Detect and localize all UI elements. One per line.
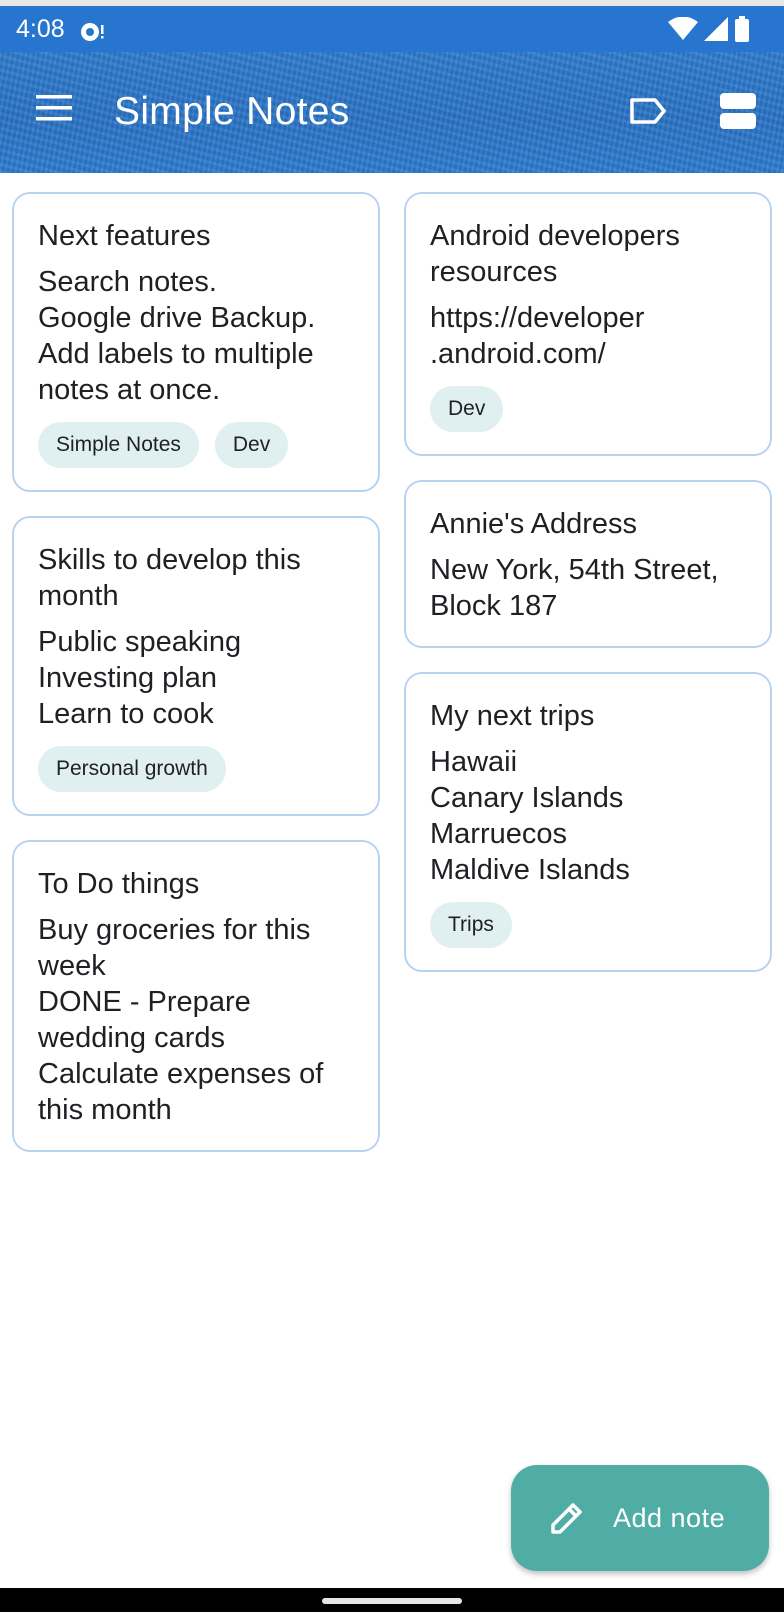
label-chip: Dev	[214, 422, 289, 468]
note-title: Skills to develop this month	[38, 544, 301, 612]
note-body: New York, 54th Street, Block 187	[430, 554, 719, 622]
label-chip: Simple Notes	[38, 422, 199, 468]
toggle-layout-button[interactable]	[708, 86, 768, 136]
note-tags: Simple Notes Dev	[38, 422, 354, 468]
add-note-button[interactable]: Add note	[511, 1465, 769, 1571]
notes-column-left: Next features Search notes. Google drive…	[12, 192, 380, 1176]
note-tags: Trips	[430, 902, 746, 948]
status-icons	[668, 16, 750, 42]
note-title: To Do things	[38, 868, 200, 900]
navigation-bar	[0, 1588, 784, 1612]
app-title: Simple Notes	[114, 90, 350, 133]
notes-column-right: Android developers resources https://dev…	[404, 192, 772, 996]
note-title: Next features	[38, 220, 211, 252]
note-title: Annie's Address	[430, 508, 638, 540]
label-icon	[630, 98, 666, 124]
note-card[interactable]: Annie's Address New York, 54th Street, B…	[404, 480, 772, 648]
note-body: Hawaii Canary Islands Marruecos Maldive …	[430, 746, 630, 886]
menu-icon	[36, 95, 72, 121]
note-body: Search notes. Google drive Backup. Add l…	[38, 266, 316, 406]
cell-signal-icon	[704, 17, 728, 41]
note-body: Buy groceries for this week DONE - Prepa…	[38, 914, 324, 1126]
note-tags: Dev	[430, 386, 746, 432]
note-tags: Personal growth	[38, 746, 354, 792]
status-bar: 4:08	[0, 6, 784, 52]
note-card[interactable]: Android developers resources https://dev…	[404, 192, 772, 456]
app-bar: Simple Notes	[0, 52, 784, 173]
wifi-icon	[668, 17, 698, 40]
note-body: Public speaking Investing plan Learn to …	[38, 626, 242, 730]
add-note-label: Add note	[613, 1502, 726, 1533]
note-body: https://developer .android.com/	[430, 302, 645, 370]
labels-button[interactable]	[620, 88, 676, 134]
note-card[interactable]: Skills to develop this month Public spea…	[12, 516, 380, 816]
note-title: Android developers resources	[430, 220, 680, 288]
pencil-icon	[545, 1496, 589, 1540]
menu-button[interactable]	[24, 82, 84, 134]
note-card[interactable]: To Do things Buy groceries for this week…	[12, 840, 380, 1152]
note-card[interactable]: Next features Search notes. Google drive…	[12, 192, 380, 492]
label-chip: Dev	[430, 386, 504, 432]
home-gesture-handle[interactable]	[322, 1598, 462, 1604]
label-chip: Trips	[430, 902, 512, 948]
label-chip: Personal growth	[38, 746, 226, 792]
status-time: 4:08	[16, 15, 65, 43]
notification-icon	[81, 23, 104, 41]
battery-icon	[735, 16, 749, 42]
note-title: My next trips	[430, 700, 595, 732]
note-card[interactable]: My next trips Hawaii Canary Islands Marr…	[404, 672, 772, 972]
view-layout-icon	[720, 93, 756, 129]
